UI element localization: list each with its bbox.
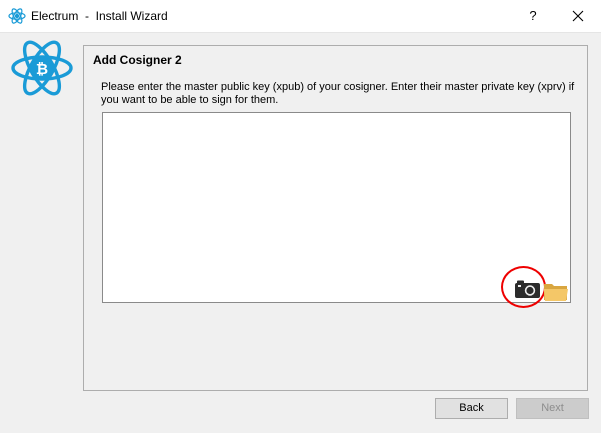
close-button[interactable] <box>563 4 593 28</box>
folder-icon[interactable] <box>543 280 569 302</box>
next-button[interactable]: Next <box>516 398 589 419</box>
help-button[interactable]: ? <box>518 4 548 28</box>
page-description: Please enter the master public key (xpub… <box>101 81 575 106</box>
master-key-input[interactable] <box>102 112 571 303</box>
back-button[interactable]: Back <box>435 398 508 419</box>
close-icon <box>572 10 584 22</box>
electrum-atom-icon <box>8 8 26 24</box>
page-title: Add Cosigner 2 <box>93 53 182 67</box>
electrum-logo: ₿ <box>11 40 73 96</box>
title-bar: Electrum - Install Wizard ? <box>0 0 601 32</box>
window-title: Electrum - Install Wizard <box>31 9 168 23</box>
svg-text:₿: ₿ <box>36 60 48 78</box>
camera-icon[interactable] <box>514 279 541 299</box>
